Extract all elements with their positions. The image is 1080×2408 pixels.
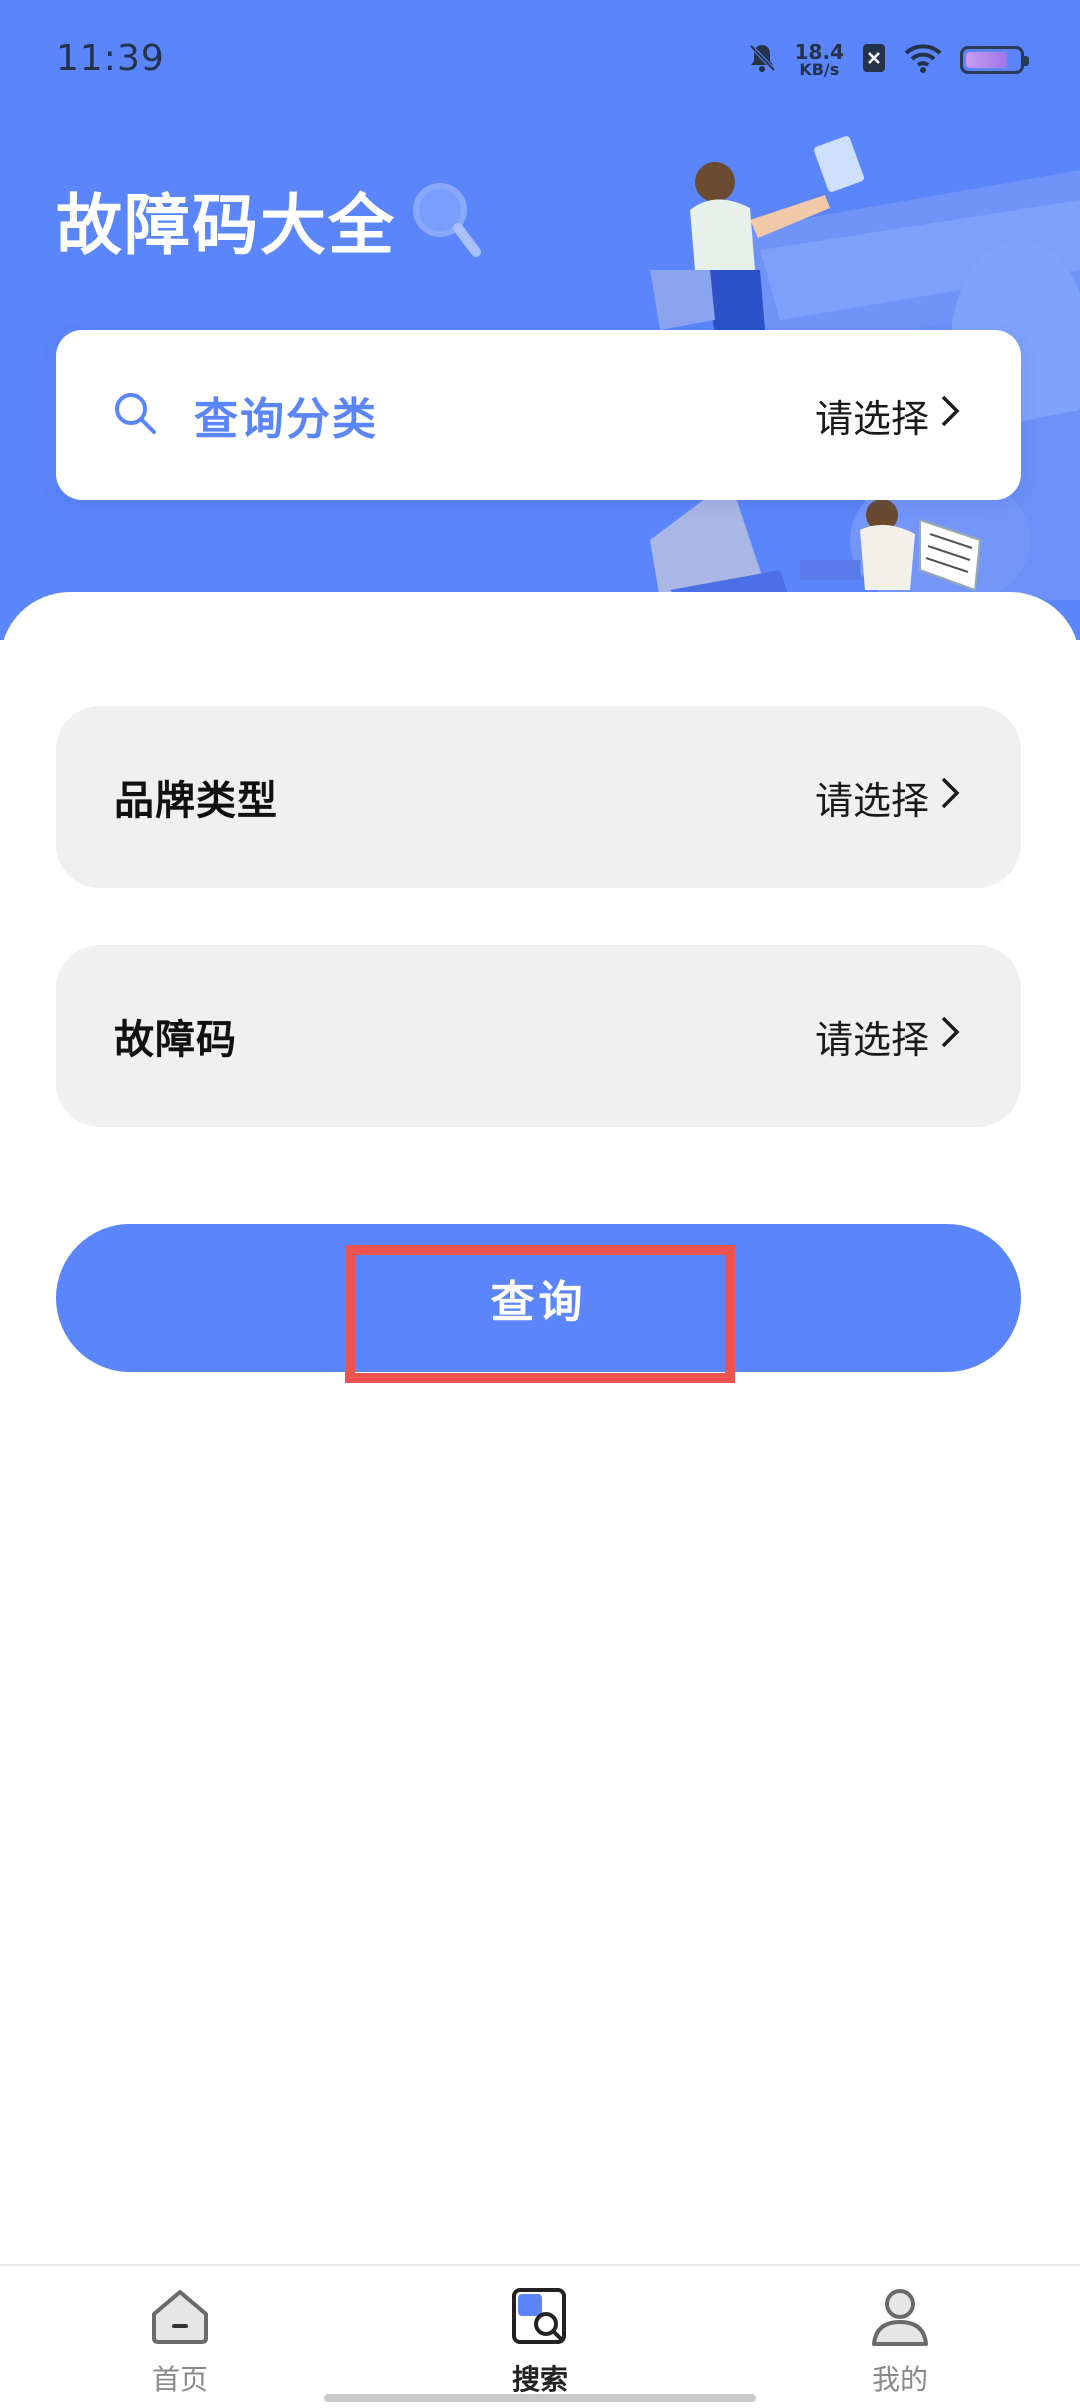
- net-speed-value: 18.4: [794, 40, 844, 64]
- status-time: 11:39: [56, 38, 165, 79]
- category-select-value[interactable]: 请选择: [815, 388, 961, 443]
- chevron-right-icon: [939, 393, 961, 437]
- brand-type-row[interactable]: 品牌类型 请选择: [56, 706, 1021, 888]
- page-title: 故障码大全: [56, 187, 396, 264]
- battery-icon: [960, 46, 1029, 74]
- nav-home-label: 首页: [151, 2363, 208, 2396]
- status-bar: 11:39 18.4 KB/s: [0, 0, 1080, 120]
- brand-type-value: 请选择: [814, 778, 929, 823]
- home-indicator: [324, 2394, 756, 2402]
- net-speed-unit: KB/s: [799, 60, 840, 79]
- home-icon: [148, 2284, 212, 2352]
- category-value-text: 请选择: [814, 396, 929, 441]
- header: 11:39 18.4 KB/s 故障码大全: [0, 0, 1080, 640]
- title-row: 故障码大全: [56, 172, 482, 268]
- nav-home[interactable]: 首页: [80, 2284, 280, 2398]
- fault-code-row[interactable]: 故障码 请选择: [56, 945, 1021, 1127]
- status-icons: 18.4 KB/s: [747, 42, 1029, 78]
- nav-profile[interactable]: 我的: [800, 2284, 1000, 2398]
- nav-search-label: 搜索: [511, 2363, 568, 2396]
- category-label: 查询分类: [194, 394, 378, 445]
- net-speed: 18.4 KB/s: [795, 42, 844, 78]
- brand-type-select[interactable]: 请选择: [815, 770, 961, 825]
- nav-search[interactable]: 搜索: [440, 2284, 640, 2398]
- mute-bell-icon: [747, 42, 777, 78]
- brand-type-label: 品牌类型: [114, 778, 278, 824]
- chevron-right-icon: [939, 775, 961, 819]
- chevron-right-icon: [939, 1014, 961, 1058]
- nav-profile-label: 我的: [871, 2363, 928, 2396]
- fault-code-value: 请选择: [814, 1017, 929, 1062]
- profile-icon: [868, 2284, 932, 2352]
- fault-code-select[interactable]: 请选择: [815, 1009, 961, 1064]
- sim-x-icon: [862, 43, 886, 77]
- search-doc-icon: [508, 2284, 572, 2352]
- search-icon: [112, 390, 158, 440]
- category-select-card[interactable]: 查询分类 请选择: [56, 330, 1021, 500]
- query-button[interactable]: 查询: [56, 1224, 1021, 1372]
- fault-code-label: 故障码: [114, 1017, 237, 1063]
- query-button-label: 查询: [490, 1277, 587, 1328]
- bottom-nav: 首页 搜索 我的: [0, 2264, 1080, 2408]
- wifi-icon: [904, 43, 942, 77]
- magnifier-decoration-icon: [410, 178, 482, 262]
